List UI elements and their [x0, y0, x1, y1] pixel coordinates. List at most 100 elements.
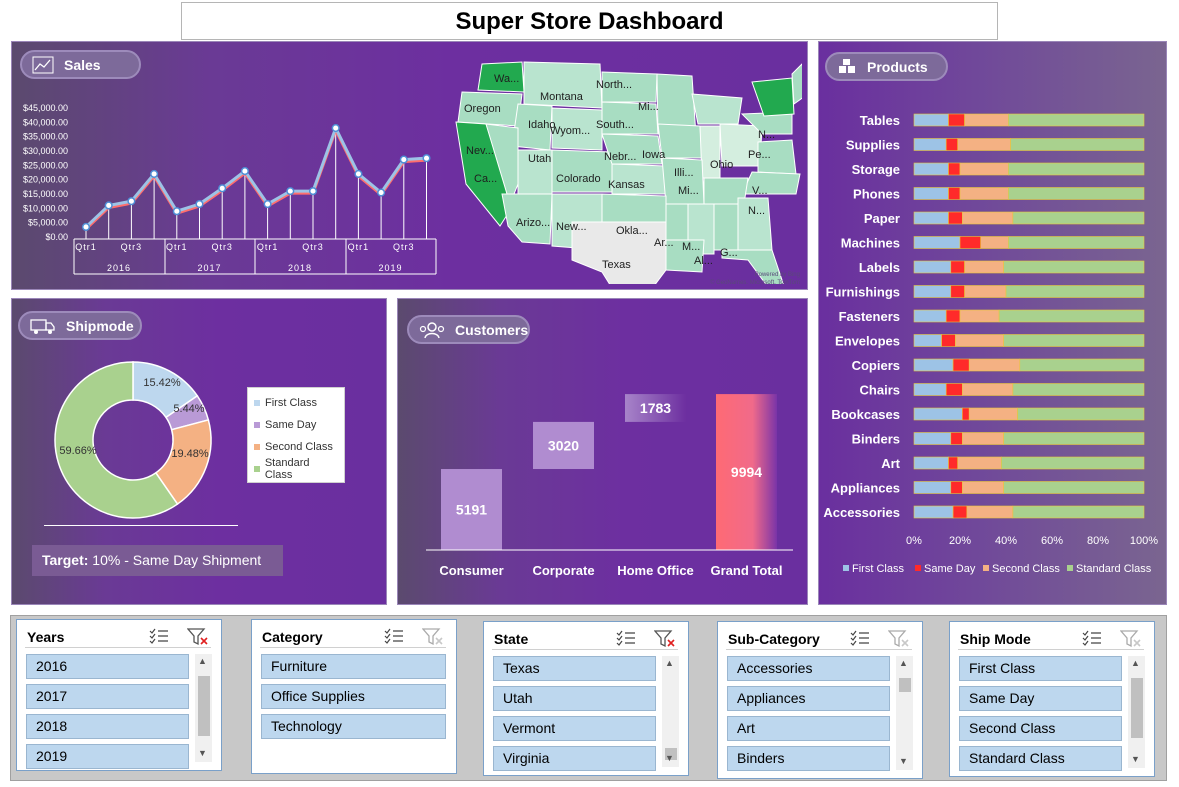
region-alabama — [713, 203, 739, 251]
slicer-item[interactable]: Second Class — [959, 716, 1122, 741]
quarter-label: Qtr1 — [257, 242, 279, 252]
legend-item: Same Day — [254, 414, 338, 436]
stack-segment-first-class — [913, 260, 952, 274]
waterfall-category-label: Corporate — [532, 563, 594, 578]
map-state-label: Wyom... — [550, 125, 590, 137]
multi-select-icon[interactable] — [1082, 630, 1102, 649]
scroll-thumb[interactable] — [1131, 678, 1143, 738]
slicer-item[interactable]: 2016 — [26, 654, 189, 679]
us-sales-map[interactable]: Wa...OregonMontanaNorth...Mi...IdahoWyom… — [452, 54, 802, 284]
slicer-item[interactable]: Furniture — [261, 654, 446, 679]
products-stacked-bar-chart: Tables Supplies Storage Phones Paper Machines… — [823, 113, 1158, 575]
slicer-item[interactable]: Appliances — [727, 686, 890, 711]
multi-select-icon[interactable] — [384, 628, 404, 647]
slicer-item[interactable]: Art — [727, 716, 890, 741]
scroll-up-icon[interactable]: ▲ — [1131, 658, 1140, 668]
legend-label: Second Class — [992, 563, 1060, 575]
slicer-item[interactable]: 2019 — [26, 744, 189, 769]
sales-point — [377, 188, 386, 197]
slicer-item[interactable]: Same Day — [959, 686, 1122, 711]
slicer-item[interactable]: First Class — [959, 656, 1122, 681]
slicer-item[interactable]: Office Supplies — [261, 684, 446, 709]
multi-select-icon[interactable] — [850, 630, 870, 649]
sales-point — [308, 187, 318, 196]
map-state-label: Texas — [602, 259, 631, 271]
multi-select-icon[interactable] — [149, 628, 169, 647]
scroll-up-icon[interactable]: ▲ — [899, 658, 908, 668]
slicer-category: Category Furniture Office Supplies Technolo… — [251, 619, 457, 774]
slicer-strip: Years 2016 2017 2018 2019 ▲ ▼ Category Furniture… — [10, 615, 1167, 781]
clear-filter-icon[interactable] — [421, 628, 444, 649]
legend-swatch — [915, 565, 921, 571]
clear-filter-icon[interactable] — [887, 630, 910, 651]
multi-select-icon[interactable] — [616, 630, 636, 649]
map-state-label: V... — [752, 185, 768, 197]
waterfall-value-label: 1783 — [640, 400, 671, 416]
scroll-up-icon[interactable]: ▲ — [665, 658, 674, 668]
x-tick-label: 80% — [1087, 535, 1109, 547]
slicer-item[interactable]: Standard Class — [959, 746, 1122, 771]
stack-segment-standard-class — [1008, 187, 1145, 200]
map-state-label: Mi... — [678, 185, 699, 197]
slicer-scrollbar[interactable]: ▲ ▼ — [662, 656, 679, 767]
stack-segment-same-day — [948, 162, 961, 176]
slicer-item[interactable]: Vermont — [493, 716, 656, 741]
donut-value-label: 5.44% — [173, 403, 204, 415]
map-state-label: G... — [720, 247, 738, 259]
clear-filter-icon[interactable] — [1119, 630, 1142, 651]
map-state-label: M... — [682, 241, 700, 253]
slicer-scrollbar[interactable]: ▲ ▼ — [896, 656, 913, 770]
scroll-thumb[interactable] — [899, 678, 911, 692]
product-category-label: Furnishings — [826, 285, 900, 300]
donut-value-label: 15.42% — [143, 377, 181, 389]
stack-segment-first-class — [913, 432, 952, 445]
slicer-header: Years — [25, 626, 211, 648]
region-missouri — [661, 157, 705, 205]
waterfall-category-label: Home Office — [617, 563, 694, 578]
slicer-item[interactable]: Utah — [493, 686, 656, 711]
y-tick-label: $0.00 — [45, 232, 68, 242]
map-state-label: Ohio — [710, 159, 733, 171]
scroll-thumb[interactable] — [198, 676, 210, 736]
slicer-item[interactable]: Texas — [493, 656, 656, 681]
slicer-scrollbar[interactable]: ▲ ▼ — [195, 654, 212, 762]
product-category-label: Accessories — [823, 505, 900, 520]
product-category-label: Appliances — [831, 481, 900, 496]
slicer-years: Years 2016 2017 2018 2019 ▲ ▼ — [16, 619, 222, 771]
legend-swatch — [1067, 565, 1073, 571]
sales-point — [218, 184, 227, 193]
slicer-item[interactable]: 2018 — [26, 714, 189, 739]
scroll-down-icon[interactable]: ▼ — [1131, 754, 1140, 764]
scroll-down-icon[interactable]: ▼ — [198, 748, 207, 758]
stack-segment-standard-class — [1010, 138, 1145, 151]
slicer-item[interactable]: Technology — [261, 714, 446, 739]
region-new-england — [791, 63, 802, 105]
x-tick-label: 100% — [1130, 535, 1158, 547]
map-state-label: Illi... — [674, 167, 694, 179]
waterfall-category-label: Consumer — [439, 563, 503, 578]
map-state-label: Arizo... — [516, 217, 550, 229]
legend-swatch — [843, 565, 849, 571]
slicer-title: Years — [27, 629, 65, 645]
scroll-up-icon[interactable]: ▲ — [198, 656, 207, 666]
product-category-label: Copiers — [852, 358, 900, 373]
map-state-label: Kansas — [608, 179, 645, 191]
quarter-label: Qtr3 — [302, 242, 324, 252]
stack-segment-same-day — [952, 358, 970, 372]
slicer-item[interactable]: Accessories — [727, 656, 890, 681]
map-state-label: Oregon — [464, 103, 501, 115]
shipmode-donut-chart: 15.42% 5.44% 19.48% 59.66% — [54, 361, 212, 519]
clear-filter-icon[interactable] — [186, 628, 209, 649]
slicer-scrollbar[interactable]: ▲ ▼ — [1128, 656, 1145, 768]
slicer-item[interactable]: Virginia — [493, 746, 656, 771]
stack-segment-second-class — [962, 432, 1005, 445]
stack-segment-standard-class — [1003, 260, 1145, 274]
sales-point — [127, 197, 136, 206]
scroll-down-icon[interactable]: ▼ — [665, 753, 674, 763]
scroll-down-icon[interactable]: ▼ — [899, 756, 908, 766]
slicer-item[interactable]: 2017 — [26, 684, 189, 709]
slicer-item[interactable]: Binders — [727, 746, 890, 771]
waterfall-category-label: Grand Total — [711, 563, 783, 578]
clear-filter-icon[interactable] — [653, 630, 676, 651]
map-state-label: Al... — [694, 255, 713, 267]
